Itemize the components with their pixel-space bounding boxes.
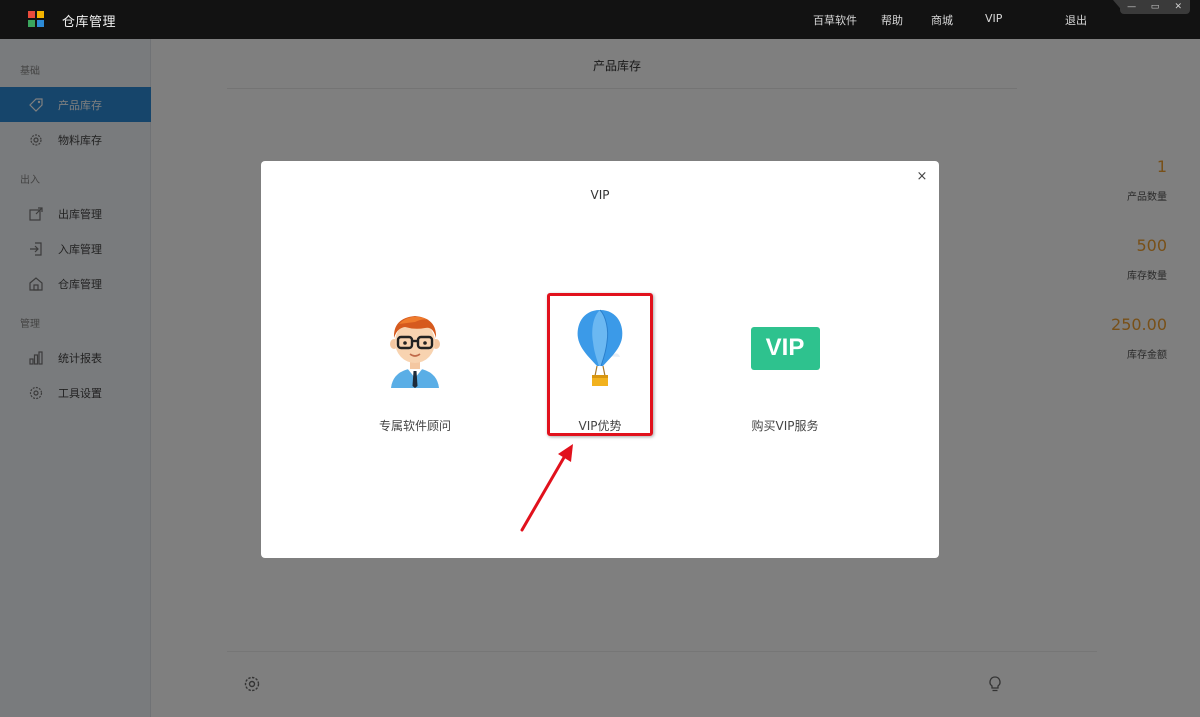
title-bar: 仓库管理 百草软件 帮助 商城 VIP 退出 — ▭ ✕	[0, 0, 1200, 39]
close-icon[interactable]: ×	[915, 170, 929, 184]
maximize-icon[interactable]: ▭	[1148, 1, 1162, 13]
consultant-avatar-icon	[355, 303, 475, 393]
close-window-icon[interactable]: ✕	[1171, 1, 1185, 13]
dialog-title: VIP	[590, 188, 610, 202]
app-logo-icon	[28, 11, 44, 27]
app-title: 仓库管理	[62, 15, 117, 30]
vip-badge-text: VIP	[750, 326, 820, 370]
vip-badge-icon: VIP	[725, 303, 845, 393]
nav-vip[interactable]: VIP	[985, 12, 1002, 25]
nav-baicao-software[interactable]: 百草软件	[813, 12, 857, 28]
highlight-annotation-box	[547, 293, 653, 436]
nav-logout[interactable]: 退出	[1065, 12, 1087, 28]
vip-dialog: VIP × 专属软件顾问 VIP优势 VIP 购买VIP服务	[261, 161, 939, 558]
window-controls: — ▭ ✕	[1120, 0, 1190, 14]
minimize-icon[interactable]: —	[1125, 1, 1139, 13]
option-buy-vip-service[interactable]: VIP 购买VIP服务	[725, 303, 845, 453]
nav-help[interactable]: 帮助	[881, 12, 903, 28]
option-label: 购买VIP服务	[751, 419, 819, 433]
nav-shop[interactable]: 商城	[931, 12, 953, 28]
option-label: 专属软件顾问	[378, 419, 451, 433]
option-dedicated-consultant[interactable]: 专属软件顾问	[355, 303, 475, 453]
annotation-arrow-icon	[520, 444, 573, 532]
